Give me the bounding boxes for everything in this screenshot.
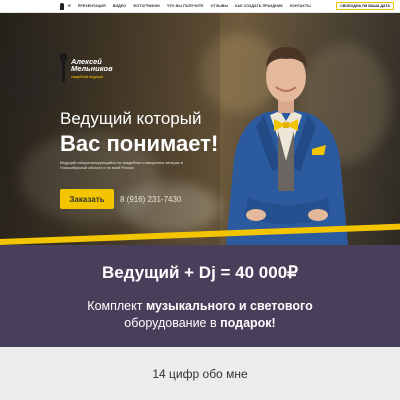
gift-text-line2: оборудование в подарок! <box>0 316 400 330</box>
hero-headline-line2: Вас понимает! <box>60 131 219 156</box>
nav-item-me[interactable]: Я <box>68 4 71 8</box>
hero-overlay <box>0 13 220 245</box>
brand-subtitle: свадебный ведущий <box>71 74 104 79</box>
gift-text-line1: Комплект музыкального и светового <box>0 299 400 313</box>
nav-item-what-you-get[interactable]: ЧТО ВЫ ПОЛУЧИТЕ <box>167 4 204 8</box>
gift-text-part: оборудование в <box>124 316 221 330</box>
brand-last-name: Мельников <box>71 64 113 73</box>
check-date-button[interactable]: СВОБОДНА ЛИ ВАША ДАТА <box>336 2 394 10</box>
microphone-icon <box>60 53 67 83</box>
nav-item-photos[interactable]: ФОТОГРАФИИ <box>133 4 160 8</box>
gift-text-part: Комплект <box>87 299 146 313</box>
hero-headline-line1: Ведущий который <box>60 109 202 128</box>
hero-section: Алексей Мельников свадебный ведущий Веду… <box>0 13 400 245</box>
nav-item-contacts[interactable]: КОНТАКТЫ <box>290 4 311 8</box>
nav-item-video[interactable]: ВИДЕО <box>113 4 126 8</box>
nav-item-reviews[interactable]: ОТЗЫВЫ <box>211 4 228 8</box>
nav-item-how-to[interactable]: КАК СОЗДАТЬ ПРАЗДНИК <box>235 4 283 8</box>
phone-number[interactable]: 8 (916) 231-7430 <box>120 195 181 204</box>
facts-section: 14 цифр обо мне <box>0 347 400 400</box>
gift-text-bold: подарок! <box>220 316 276 330</box>
price-banner: Ведущий + Dj = 40 000₽ Комплект музыкаль… <box>0 245 400 347</box>
gift-text-bold: музыкального и светового <box>145 299 313 313</box>
top-nav: Я ПРЕЗЕНТАЦИЯ ВИДЕО ФОТОГРАФИИ ЧТО ВЫ ПО… <box>0 0 400 13</box>
price-title: Ведущий + Dj = 40 000₽ <box>102 263 298 282</box>
nav-menu: Я ПРЕЗЕНТАЦИЯ ВИДЕО ФОТОГРАФИИ ЧТО ВЫ ПО… <box>68 4 311 8</box>
facts-section-title: 14 цифр обо мне <box>152 367 248 381</box>
brand-logo: Алексей Мельников свадебный ведущий <box>60 53 113 83</box>
logo-mic-icon[interactable] <box>60 3 64 10</box>
hero-tagline: Ведущий специализирующийся на свадебных … <box>60 161 183 170</box>
order-button[interactable]: Заказать <box>60 189 114 209</box>
nav-item-presentation[interactable]: ПРЕЗЕНТАЦИЯ <box>78 4 106 8</box>
host-photo <box>226 47 348 245</box>
